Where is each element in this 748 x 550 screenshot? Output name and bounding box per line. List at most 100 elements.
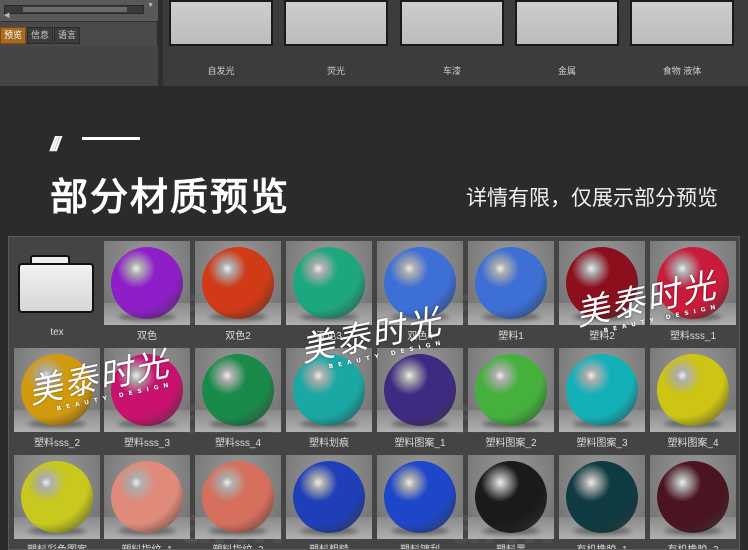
material-label: 有机橡胶_2 (644, 541, 739, 549)
material-label: 塑料sss_1 (669, 331, 717, 342)
material-item[interactable]: 塑料1 (468, 241, 554, 342)
material-item[interactable]: 塑料sss_3 (104, 348, 190, 449)
material-sphere-preview (468, 241, 554, 325)
material-sphere-preview (650, 455, 736, 539)
material-sphere-preview (195, 241, 281, 325)
material-item[interactable]: 塑料sss_1 (650, 241, 736, 342)
tab-language[interactable]: 语言 (54, 27, 81, 44)
material-label: 双色3 (316, 331, 342, 342)
material-label: 塑料1 (498, 331, 524, 342)
material-sphere-preview (104, 241, 190, 325)
material-label: 塑料黑 (462, 541, 560, 549)
material-item[interactable]: 有机橡胶_2 (650, 455, 736, 549)
material-sphere-preview (559, 455, 645, 539)
quote-mark: /// (50, 134, 61, 156)
material-label: 塑料指纹_1 (98, 541, 196, 549)
material-sphere-preview (559, 348, 645, 432)
material-browser-top: ◀ ▼ 预览 信息 语言 自发光 荧光 车漆 金属 食物 液体 (0, 0, 748, 86)
material-label: 塑料划痕 (309, 438, 349, 449)
material-item[interactable]: 塑料sss_2 (14, 348, 100, 449)
material-thumb-food-liquid[interactable] (630, 0, 734, 46)
top-material-row: 自发光 荧光 车漆 金属 食物 液体 (163, 0, 748, 86)
material-sphere-preview (14, 348, 100, 432)
tab-info[interactable]: 信息 (27, 27, 54, 44)
material-sphere-preview (195, 455, 281, 539)
material-sphere-preview (104, 348, 190, 432)
section-header: /// 部分材质预览 详情有限，仅展示部分预览 (0, 86, 748, 236)
material-item[interactable]: 塑料黑 (468, 455, 554, 549)
page-subtitle: 详情有限，仅展示部分预览 (466, 186, 718, 210)
material-label: tex (50, 327, 64, 338)
material-label: 塑料图案_3 (576, 438, 628, 449)
material-item[interactable]: 塑料指纹_1 (104, 455, 190, 549)
material-item[interactable]: 塑料图案_1 (377, 348, 463, 449)
material-label: 荧光 (326, 66, 345, 76)
material-label: 塑料粗糙 (280, 541, 378, 549)
material-item[interactable]: 双色2 (195, 241, 281, 342)
material-sphere-preview (104, 455, 190, 539)
material-sphere-preview (377, 455, 463, 539)
folder-item-tex[interactable]: tex (14, 241, 100, 341)
material-label: 自发光 (207, 66, 235, 76)
page-title: 部分材质预览 (50, 175, 291, 219)
material-thumb-emissive[interactable] (169, 0, 273, 46)
material-sphere-preview (286, 348, 372, 432)
material-sphere-preview (195, 348, 281, 432)
panel-body (0, 46, 158, 86)
material-item[interactable]: 双色3 (286, 241, 372, 342)
material-sphere-preview (650, 241, 736, 325)
material-sphere-preview (468, 348, 554, 432)
material-label: 塑料镀刮 (371, 541, 469, 549)
material-label: 塑料图案_1 (394, 438, 446, 449)
material-item[interactable]: 塑料图案_4 (650, 348, 736, 449)
material-thumb-car-paint[interactable] (400, 0, 504, 46)
material-sphere-preview (377, 348, 463, 432)
material-thumb-metal[interactable] (515, 0, 619, 46)
scroll-left-icon[interactable]: ◀ (4, 11, 9, 19)
material-label: 车漆 (442, 66, 461, 76)
material-sphere-preview (286, 455, 372, 539)
material-sphere-preview (286, 241, 372, 325)
material-label: 有机橡胶_1 (553, 541, 651, 549)
material-item[interactable]: 塑料sss_4 (195, 348, 281, 449)
material-item[interactable]: 塑料彩色图案 (14, 455, 100, 549)
material-label: 食物 液体 (662, 66, 702, 76)
horizontal-scrollbar[interactable]: ◀ ▼ (0, 0, 158, 22)
material-sphere-preview (650, 348, 736, 432)
material-grid: arm arm arm arm arm arm tex双色双色2双色3双色4塑料… (8, 236, 740, 550)
scroll-thumb[interactable] (23, 7, 127, 12)
material-item[interactable]: 塑料指纹_2 (195, 455, 281, 549)
material-thumb-fluorescent[interactable] (284, 0, 388, 46)
material-item[interactable]: 塑料粗糙 (286, 455, 372, 549)
material-item[interactable]: 塑料划痕 (286, 348, 372, 449)
material-item[interactable]: 塑料2 (559, 241, 645, 342)
tab-preview[interactable]: 预览 (0, 27, 27, 44)
material-sphere-preview (559, 241, 645, 325)
material-label: 塑料sss_3 (123, 438, 171, 449)
material-sphere-preview (14, 455, 100, 539)
material-label: 塑料图案_4 (667, 438, 719, 449)
material-label: 双色 (137, 331, 157, 342)
folder-icon (14, 241, 100, 325)
material-item[interactable]: 塑料图案_2 (468, 348, 554, 449)
title-decoration-line (82, 137, 140, 140)
material-sphere-preview (468, 455, 554, 539)
material-item[interactable]: 双色 (104, 241, 190, 342)
material-label: 双色4 (407, 331, 433, 342)
material-label: 塑料指纹_2 (189, 541, 287, 549)
material-label: 塑料sss_4 (214, 438, 262, 449)
material-label: 金属 (557, 66, 576, 76)
material-item[interactable]: 双色4 (377, 241, 463, 342)
material-item[interactable]: 塑料图案_3 (559, 348, 645, 449)
material-sphere-preview (377, 241, 463, 325)
material-item[interactable]: 塑料镀刮 (377, 455, 463, 549)
material-label: 塑料sss_2 (33, 438, 81, 449)
left-panel: ◀ ▼ 预览 信息 语言 (0, 0, 158, 86)
material-item[interactable]: 有机橡胶_1 (559, 455, 645, 549)
scroll-track[interactable] (4, 5, 144, 14)
material-label: 塑料图案_2 (485, 438, 537, 449)
material-label: 双色2 (225, 331, 251, 342)
material-label: 塑料2 (589, 331, 615, 342)
scroll-down-icon[interactable]: ▼ (147, 2, 154, 9)
material-label: 塑料彩色图案 (9, 541, 106, 549)
